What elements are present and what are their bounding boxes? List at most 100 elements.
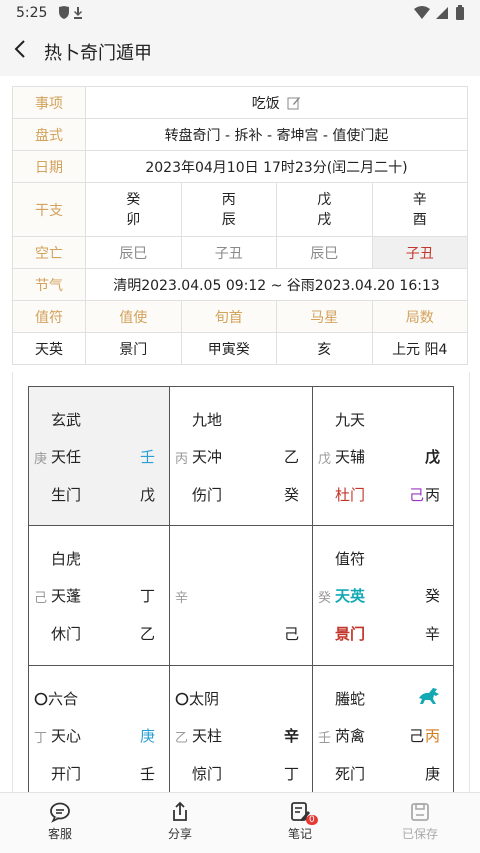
palace-door: 开门 (51, 765, 82, 783)
nav-label: 分享 (167, 827, 192, 841)
value-zhishi: 景门 (85, 332, 182, 365)
palace-6[interactable]: 值符 癸 天英 癸 景门 辛 (313, 526, 453, 666)
palace-heaven-stem: 戊 (425, 448, 441, 466)
palace-board-container: 玄武 庚 天任 壬 生门 戊 九地 丙 天冲 乙 伤门 癸 九天 戊 天辅 戊 … (12, 372, 470, 802)
palace-door: 伤门 (192, 486, 223, 504)
palace-earth-stem: 己 (284, 625, 300, 643)
ganzhi-day: 戊戌 (276, 182, 373, 237)
palace-door: 生门 (51, 486, 82, 504)
event-label: 事项 (12, 86, 86, 119)
nav-label: 客服 (47, 827, 72, 841)
palace-heaven-stem-a: 己 (409, 727, 425, 745)
palace-heaven-stem: 丁 (140, 587, 156, 605)
header-maxing: 马星 (276, 300, 373, 333)
bottom-nav: 客服 分享 0 笔记 已保存 (0, 792, 480, 853)
palace-star: 天蓬 (51, 587, 82, 605)
header-zhishi: 值使 (85, 300, 182, 333)
palace-heaven-stem: 辛 (284, 727, 300, 745)
battery-icon (456, 7, 464, 20)
palace-star: 天冲 (192, 448, 223, 466)
palace-earth-stem: 辛 (425, 625, 441, 643)
horse-icon (417, 686, 441, 710)
status-time: 5:25 (16, 5, 48, 21)
palace-earth-stem-a: 己 (409, 486, 425, 504)
jieqi-label: 节气 (12, 268, 86, 301)
app-bar: 热卜奇门遁甲 (0, 28, 480, 76)
palace-door: 杜门 (335, 486, 366, 504)
nav-share[interactable]: 分享 (140, 801, 220, 842)
nav-label: 笔记 (287, 827, 312, 841)
palace-2[interactable]: 九地 丙 天冲 乙 伤门 癸 (170, 387, 313, 526)
palace-hidden-stem: 戊 (318, 452, 332, 467)
palace-3[interactable]: 九天 戊 天辅 戊 杜门 己 丙 (313, 387, 453, 526)
palace-earth-stem: 壬 (140, 765, 156, 783)
palace-hidden-stem: 丙 (175, 452, 189, 467)
palace-hidden-stem: 乙 (175, 731, 189, 746)
kongwang-month: 子丑 (180, 236, 277, 269)
nav-saved[interactable]: 已保存 (380, 801, 460, 842)
palace-god: 太阴 (175, 688, 219, 709)
palace-heaven-stem: 乙 (284, 448, 300, 466)
circle-icon (175, 692, 189, 706)
palace-earth-stem: 戊 (140, 486, 156, 504)
palace-hidden-stem: 辛 (175, 591, 189, 606)
palace-earth-stem-b: 丙 (425, 486, 441, 504)
palace-god: 螣蛇 (335, 690, 366, 708)
palace-door: 死门 (335, 765, 366, 783)
event-value[interactable]: 吃饭 (85, 86, 468, 119)
palace-4[interactable]: 白虎 己 天蓬 丁 休门 乙 (29, 526, 170, 666)
notification-icons (58, 6, 88, 23)
event-text: 吃饭 (251, 95, 280, 112)
header-zhifu: 值符 (12, 300, 86, 333)
palace-5[interactable]: 辛 己 (170, 526, 313, 666)
wifi-icon (414, 6, 430, 19)
palace-hidden-stem: 癸 (318, 591, 332, 606)
value-maxing: 亥 (276, 332, 373, 365)
palace-hidden-stem: 壬 (318, 731, 332, 746)
ganzhi-hour: 辛酉 (371, 182, 468, 237)
palace-god: 六合 (34, 688, 78, 709)
value-zhifu: 天英 (12, 332, 86, 365)
system-icons (412, 5, 468, 25)
palace-9[interactable]: 螣蛇 壬 芮禽 己 丙 死门 庚 (313, 666, 453, 801)
palace-star: 天英 (335, 587, 366, 605)
palace-hidden-stem: 丁 (34, 731, 48, 746)
palace-door: 休门 (51, 625, 82, 643)
note-badge: 0 (306, 815, 318, 825)
palace-earth-stem: 乙 (140, 625, 156, 643)
nav-chat[interactable]: 客服 (20, 801, 100, 842)
status-bar: 5:25 (0, 0, 480, 28)
palace-god: 九天 (335, 411, 366, 429)
palace-7[interactable]: 六合 丁 天心 庚 开门 壬 (29, 666, 170, 801)
palace-1[interactable]: 玄武 庚 天任 壬 生门 戊 (29, 387, 170, 526)
save-icon (411, 803, 429, 821)
palace-8[interactable]: 太阴 乙 天柱 辛 惊门 丁 (170, 666, 313, 801)
palace-earth-stem: 癸 (284, 486, 300, 504)
info-table: 事项 吃饭 盘式 转盘奇门 - 拆补 - 寄坤宫 - 值使门起 日期 2023年… (12, 86, 468, 365)
palace-heaven-stem-b: 丙 (425, 727, 441, 745)
palace-star: 天任 (51, 448, 82, 466)
back-icon[interactable] (10, 38, 36, 64)
palace-star: 天柱 (192, 727, 223, 745)
palace-star: 芮禽 (335, 727, 366, 745)
edit-icon[interactable] (287, 96, 301, 110)
signal-icon (436, 7, 448, 19)
kongwang-day: 辰巳 (276, 236, 373, 269)
palace-star: 天心 (51, 727, 82, 745)
palace-god: 九地 (192, 411, 223, 429)
palace-earth-stem: 丁 (284, 765, 300, 783)
palace-god: 白虎 (51, 550, 82, 568)
palace-god: 值符 (335, 550, 366, 568)
ganzhi-month: 丙辰 (180, 182, 277, 237)
method-label: 盘式 (12, 118, 86, 151)
value-jushu: 上元 阳4 (371, 332, 468, 365)
date-label: 日期 (12, 150, 86, 183)
nav-note[interactable]: 0 笔记 (260, 801, 340, 842)
palace-grid: 玄武 庚 天任 壬 生门 戊 九地 丙 天冲 乙 伤门 癸 九天 戊 天辅 戊 … (28, 386, 454, 802)
shield-icon (59, 6, 82, 19)
header-xunshou: 旬首 (180, 300, 277, 333)
palace-earth-stem: 庚 (425, 765, 441, 783)
ganzhi-label: 干支 (12, 182, 86, 237)
jieqi-value: 清明2023.04.05 09:12 ~ 谷雨2023.04.20 16:13 (85, 268, 468, 301)
palace-star: 天辅 (335, 448, 366, 466)
